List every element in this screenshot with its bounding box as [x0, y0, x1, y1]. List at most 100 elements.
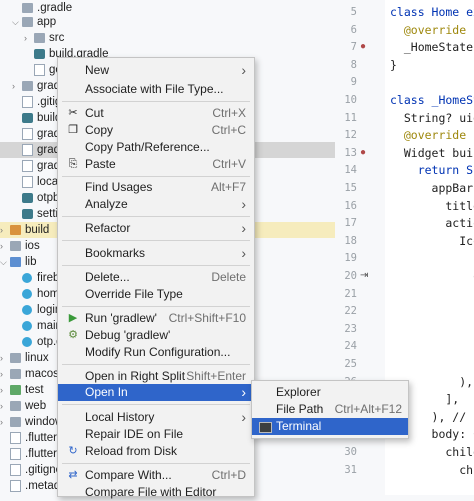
- menu-item-label: Open In: [85, 385, 128, 399]
- chevron-right-icon[interactable]: ›: [0, 222, 3, 238]
- chevron-right-icon[interactable]: ›: [0, 238, 3, 254]
- menu-item-shortcut: Alt+F7: [210, 180, 246, 194]
- menu-item-compare-with[interactable]: ⇄ Compare With... Ctrl+D: [58, 467, 254, 484]
- menu-item-label: Delete...: [85, 270, 130, 284]
- chevron-right-icon[interactable]: ›: [0, 414, 3, 430]
- menu-item-modify-run-configuration[interactable]: Modify Run Configuration...: [58, 344, 254, 361]
- menu-item-cut[interactable]: ✂ Cut Ctrl+X: [58, 105, 254, 122]
- menu-item-bookmarks[interactable]: Bookmarks ›: [58, 245, 254, 262]
- chevron-down-icon[interactable]: ⌵: [0, 254, 7, 270]
- menu-item-label: Bookmarks: [85, 246, 146, 260]
- menu-separator: [62, 463, 250, 464]
- chevron-right-icon: ›: [241, 409, 246, 425]
- code-line: _HomeState: [390, 40, 474, 55]
- menu-item-label: Cut: [85, 106, 104, 120]
- menu-item-delete[interactable]: Delete... Delete: [58, 269, 254, 286]
- line-number: 24: [344, 340, 357, 353]
- folder-icon: [10, 225, 21, 235]
- menu-item-local-history[interactable]: Local History ›: [58, 409, 254, 426]
- line-number: 17: [344, 217, 357, 230]
- reload-icon: ↻: [68, 445, 78, 457]
- code-line: ch: [390, 462, 474, 477]
- paste-icon: ⎘: [68, 158, 78, 170]
- tree-item-label: app: [37, 16, 57, 28]
- folder-icon: [10, 385, 21, 395]
- code-line: class _HomeSt: [390, 93, 474, 107]
- menu-item-label: Override File Type: [85, 287, 183, 301]
- menu-item-open-in[interactable]: Open In ›: [58, 384, 254, 401]
- menu-item-repair-ide-on-file[interactable]: Repair IDE on File: [58, 426, 254, 443]
- menu-item-find-usages[interactable]: Find Usages Alt+F7: [58, 179, 254, 196]
- menu-item-copy-path-reference[interactable]: Copy Path/Reference...: [58, 139, 254, 156]
- menu-item-reload-from-disk[interactable]: ↻ Reload from Disk: [58, 443, 254, 460]
- line-number: 25: [344, 358, 357, 370]
- line-number: 6: [350, 23, 357, 36]
- tree-item[interactable]: › src: [0, 30, 335, 46]
- menu-item-shortcut: Ctrl+Shift+F10: [168, 311, 246, 325]
- line-number: 30: [344, 446, 357, 458]
- context-menu: New › Associate with File Type... ✂ Cut Ctrl+…: [57, 57, 255, 499]
- line-number: 9: [350, 76, 357, 89]
- submenu-item-label: File Path: [276, 402, 324, 416]
- file-icon: [34, 64, 45, 76]
- line-number: 31: [344, 463, 357, 476]
- menu-item-new[interactable]: New ›: [58, 62, 254, 79]
- menu-item-label: Refactor: [85, 221, 131, 235]
- file-icon: [22, 144, 33, 156]
- menu-separator: [62, 176, 250, 177]
- chevron-right-icon[interactable]: ›: [0, 382, 3, 398]
- folder-icon: [22, 17, 33, 27]
- line-number: 14: [344, 164, 357, 177]
- chevron-right-icon[interactable]: ›: [0, 366, 3, 382]
- submenu-item-shortcut: Ctrl+Alt+F12: [334, 402, 402, 416]
- menu-item-refactor[interactable]: Refactor ›: [58, 220, 254, 237]
- menu-item-associate-with-file-type[interactable]: Associate with File Type...: [58, 81, 254, 98]
- menu-item-run-gradlew[interactable]: ▶ Run 'gradlew' Ctrl+Shift+F10: [58, 310, 254, 327]
- code-line: child: [390, 445, 474, 459]
- folder-icon: [22, 3, 33, 13]
- menu-item-shortcut: Delete: [211, 270, 246, 284]
- menu-item-copy[interactable]: ❐ Copy Ctrl+C: [58, 122, 254, 139]
- file-icon: [10, 432, 21, 444]
- menu-item-label: Copy: [85, 123, 114, 137]
- file-icon: [22, 160, 33, 172]
- chevron-down-icon[interactable]: ⌵: [12, 14, 19, 30]
- gutter-override-icon[interactable]: ●: [360, 147, 370, 159]
- submenu-item-file-path[interactable]: File Path Ctrl+Alt+F12: [252, 401, 408, 418]
- line-number: 18: [344, 234, 357, 247]
- chevron-right-icon[interactable]: ›: [12, 78, 15, 94]
- submenu-item-explorer[interactable]: Explorer: [252, 384, 408, 401]
- menu-item-shortcut: Ctrl+C: [211, 123, 246, 137]
- menu-item-analyze[interactable]: Analyze ›: [58, 196, 254, 213]
- menu-item-override-file-type[interactable]: Override File Type: [58, 286, 254, 303]
- gutter-override-icon[interactable]: ●: [360, 41, 370, 53]
- menu-item-open-in-right-split[interactable]: Open in Right Split Shift+Enter: [58, 368, 254, 385]
- submenu-item-terminal[interactable]: Terminal: [252, 418, 408, 435]
- code-line: @override: [390, 22, 467, 37]
- menu-item-compare-file-with-editor[interactable]: Compare File with Editor: [58, 484, 254, 501]
- chevron-right-icon[interactable]: ›: [0, 350, 3, 366]
- menu-item-label: Reload from Disk: [85, 444, 178, 458]
- code-line: @override: [390, 128, 467, 143]
- code-line: title: [390, 198, 474, 213]
- chevron-right-icon[interactable]: ›: [24, 30, 27, 46]
- chevron-right-icon[interactable]: ›: [0, 398, 3, 414]
- code-line: actio: [390, 216, 474, 231]
- tree-item[interactable]: ⌵ app: [0, 14, 335, 30]
- scissors-icon: ✂: [68, 107, 78, 119]
- line-number: 8: [350, 58, 357, 71]
- code-line: o: [390, 269, 474, 283]
- code-line: appBar:: [390, 181, 474, 195]
- gutter-run-icon[interactable]: ⇥: [360, 270, 370, 282]
- menu-item-debug-gradlew[interactable]: ⚙ Debug 'gradlew': [58, 327, 254, 344]
- dart-icon: [22, 337, 32, 347]
- menu-item-shortcut: Ctrl+V: [212, 157, 246, 171]
- chevron-right-icon: ›: [241, 220, 246, 236]
- menu-item-label: Repair IDE on File: [85, 427, 184, 441]
- menu-separator: [62, 240, 250, 241]
- line-number: 20: [344, 270, 357, 282]
- file-icon: [22, 128, 33, 140]
- menu-item-label: Modify Run Configuration...: [85, 345, 231, 359]
- menu-item-paste[interactable]: ⎘ Paste Ctrl+V: [58, 156, 254, 173]
- line-number: 22: [344, 305, 357, 318]
